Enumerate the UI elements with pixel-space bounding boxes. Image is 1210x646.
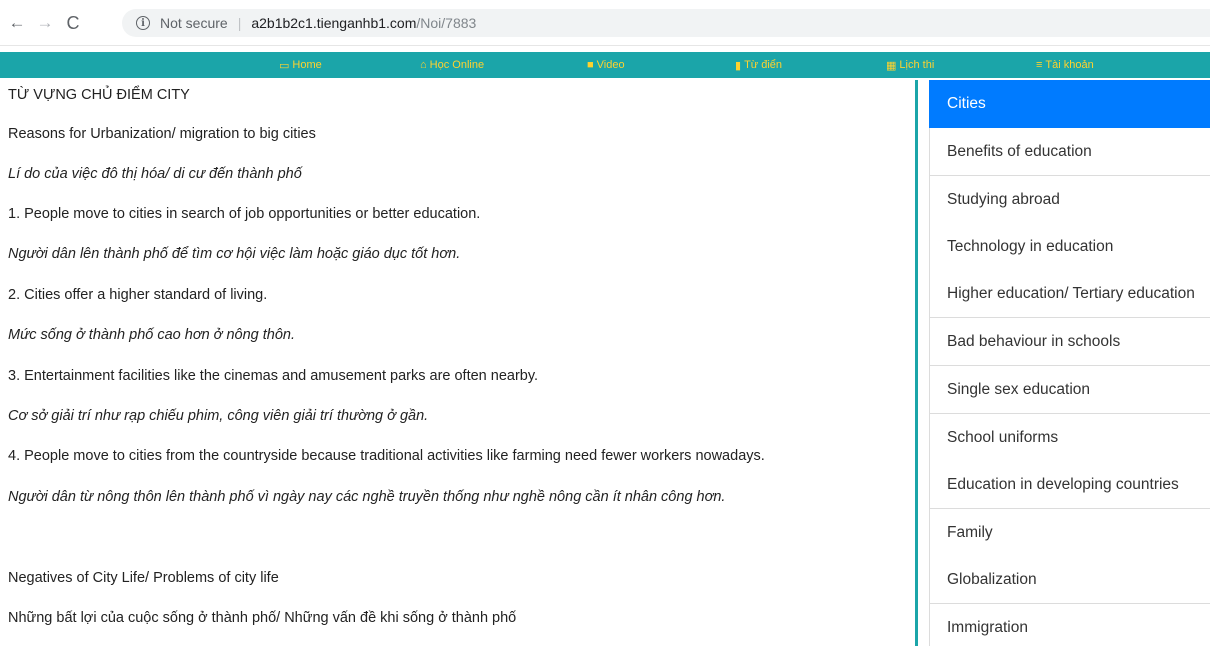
nav-item-label: Học Online bbox=[429, 59, 485, 71]
nav-item-label: Từ điển bbox=[744, 59, 782, 71]
url-host: a2b1b2c1.tienganhb1.com bbox=[251, 15, 417, 31]
sidebar-item-studying-abroad[interactable]: Studying abroad bbox=[929, 176, 1210, 224]
nav-item-label: Home bbox=[292, 59, 322, 71]
book-icon: ▮ bbox=[735, 59, 742, 72]
nav-item-lich-thi[interactable]: ▦ Lịch thi bbox=[886, 52, 934, 78]
item-vi: Cơ sở giải trí như rạp chiếu phim, công … bbox=[8, 408, 429, 424]
site-nav-bar: ▭ Home ⌂ Học Online ■ Video ▮ Từ điển ▦ … bbox=[0, 52, 1210, 78]
sidebar-item-single-sex-education[interactable]: Single sex education bbox=[929, 366, 1210, 414]
address-bar[interactable]: i Not secure | a2b1b2c1.tienganhb1.com/N… bbox=[122, 9, 1210, 37]
nav-item-hoc-online[interactable]: ⌂ Học Online bbox=[420, 52, 484, 78]
url-path: /Noi/7883 bbox=[416, 15, 477, 31]
sidebar-item-benefits-of-education[interactable]: Benefits of education bbox=[929, 128, 1210, 176]
sidebar-item-education-developing-countries[interactable]: Education in developing countries bbox=[929, 461, 1210, 509]
nav-item-tu-dien[interactable]: ▮ Từ điển bbox=[735, 52, 782, 78]
home-icon: ⌂ bbox=[420, 59, 427, 71]
section-heading-vi: Lí do của việc đô thị hóa/ di cư đến thà… bbox=[8, 166, 302, 182]
item-vi: Người dân từ nông thôn lên thành phố vì … bbox=[8, 489, 726, 505]
sidebar-item-cities[interactable]: Cities bbox=[929, 80, 1210, 128]
item-en: 3. Entertainment facilities like the cin… bbox=[8, 368, 539, 384]
section-heading-en: Negatives of City Life/ Problems of city… bbox=[8, 570, 279, 586]
nav-item-label: Tài khoản bbox=[1045, 59, 1094, 71]
list-icon: ≡ bbox=[1036, 59, 1043, 71]
sidebar-item-higher-education[interactable]: Higher education/ Tertiary education bbox=[929, 270, 1210, 318]
sidebar-item-technology-in-education[interactable]: Technology in education bbox=[929, 223, 1210, 271]
nav-item-home[interactable]: ▭ Home bbox=[279, 52, 322, 78]
item-en: 1. People move to cities in search of jo… bbox=[8, 206, 481, 222]
security-label: Not secure bbox=[160, 15, 228, 31]
sidebar-item-bad-behaviour[interactable]: Bad behaviour in schools bbox=[929, 318, 1210, 366]
sidebar-item-globalization[interactable]: Globalization bbox=[929, 556, 1210, 604]
monitor-icon: ▭ bbox=[279, 59, 290, 72]
nav-item-label: Lịch thi bbox=[899, 59, 935, 71]
calendar-icon: ▦ bbox=[886, 59, 897, 72]
nav-item-tai-khoan[interactable]: ≡ Tài khoản bbox=[1036, 52, 1094, 78]
reload-icon[interactable]: C bbox=[62, 12, 84, 34]
item-en: 4. People move to cities from the countr… bbox=[8, 448, 765, 464]
nav-item-label: Video bbox=[596, 59, 625, 71]
browser-toolbar: ← → C i Not secure | a2b1b2c1.tienganhb1… bbox=[0, 0, 1210, 46]
back-arrow-icon[interactable]: ← bbox=[6, 12, 28, 34]
page-title: TỪ VỰNG CHỦ ĐIỂM CITY bbox=[8, 87, 190, 103]
nav-item-video[interactable]: ■ Video bbox=[587, 52, 625, 78]
item-vi: Mức sống ở thành phố cao hơn ở nông thôn… bbox=[8, 327, 296, 343]
item-vi: Người dân lên thành phố để tìm cơ hội vi… bbox=[8, 246, 461, 262]
sidebar-item-immigration[interactable]: Immigration bbox=[929, 604, 1210, 646]
item-en: 2. Cities offer a higher standard of liv… bbox=[8, 287, 268, 303]
section-heading-vi: Những bất lợi của cuộc sống ở thành phố/… bbox=[8, 610, 517, 626]
content-divider bbox=[915, 80, 918, 646]
section-heading-en: Reasons for Urbanization/ migration to b… bbox=[8, 126, 316, 142]
sidebar-item-school-uniforms[interactable]: School uniforms bbox=[929, 414, 1210, 462]
info-icon[interactable]: i bbox=[136, 16, 150, 30]
forward-arrow-icon[interactable]: → bbox=[34, 12, 56, 34]
sidebar-item-family[interactable]: Family bbox=[929, 509, 1210, 557]
address-separator: | bbox=[237, 15, 242, 31]
video-camera-icon: ■ bbox=[587, 59, 594, 71]
